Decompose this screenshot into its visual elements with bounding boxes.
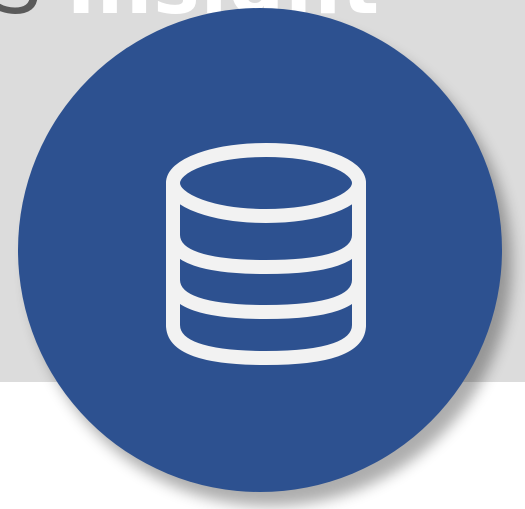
page: { "title": { "number": "3", "word": "Ins… [0, 0, 525, 509]
database-icon [166, 143, 366, 365]
icon-badge [18, 8, 502, 492]
